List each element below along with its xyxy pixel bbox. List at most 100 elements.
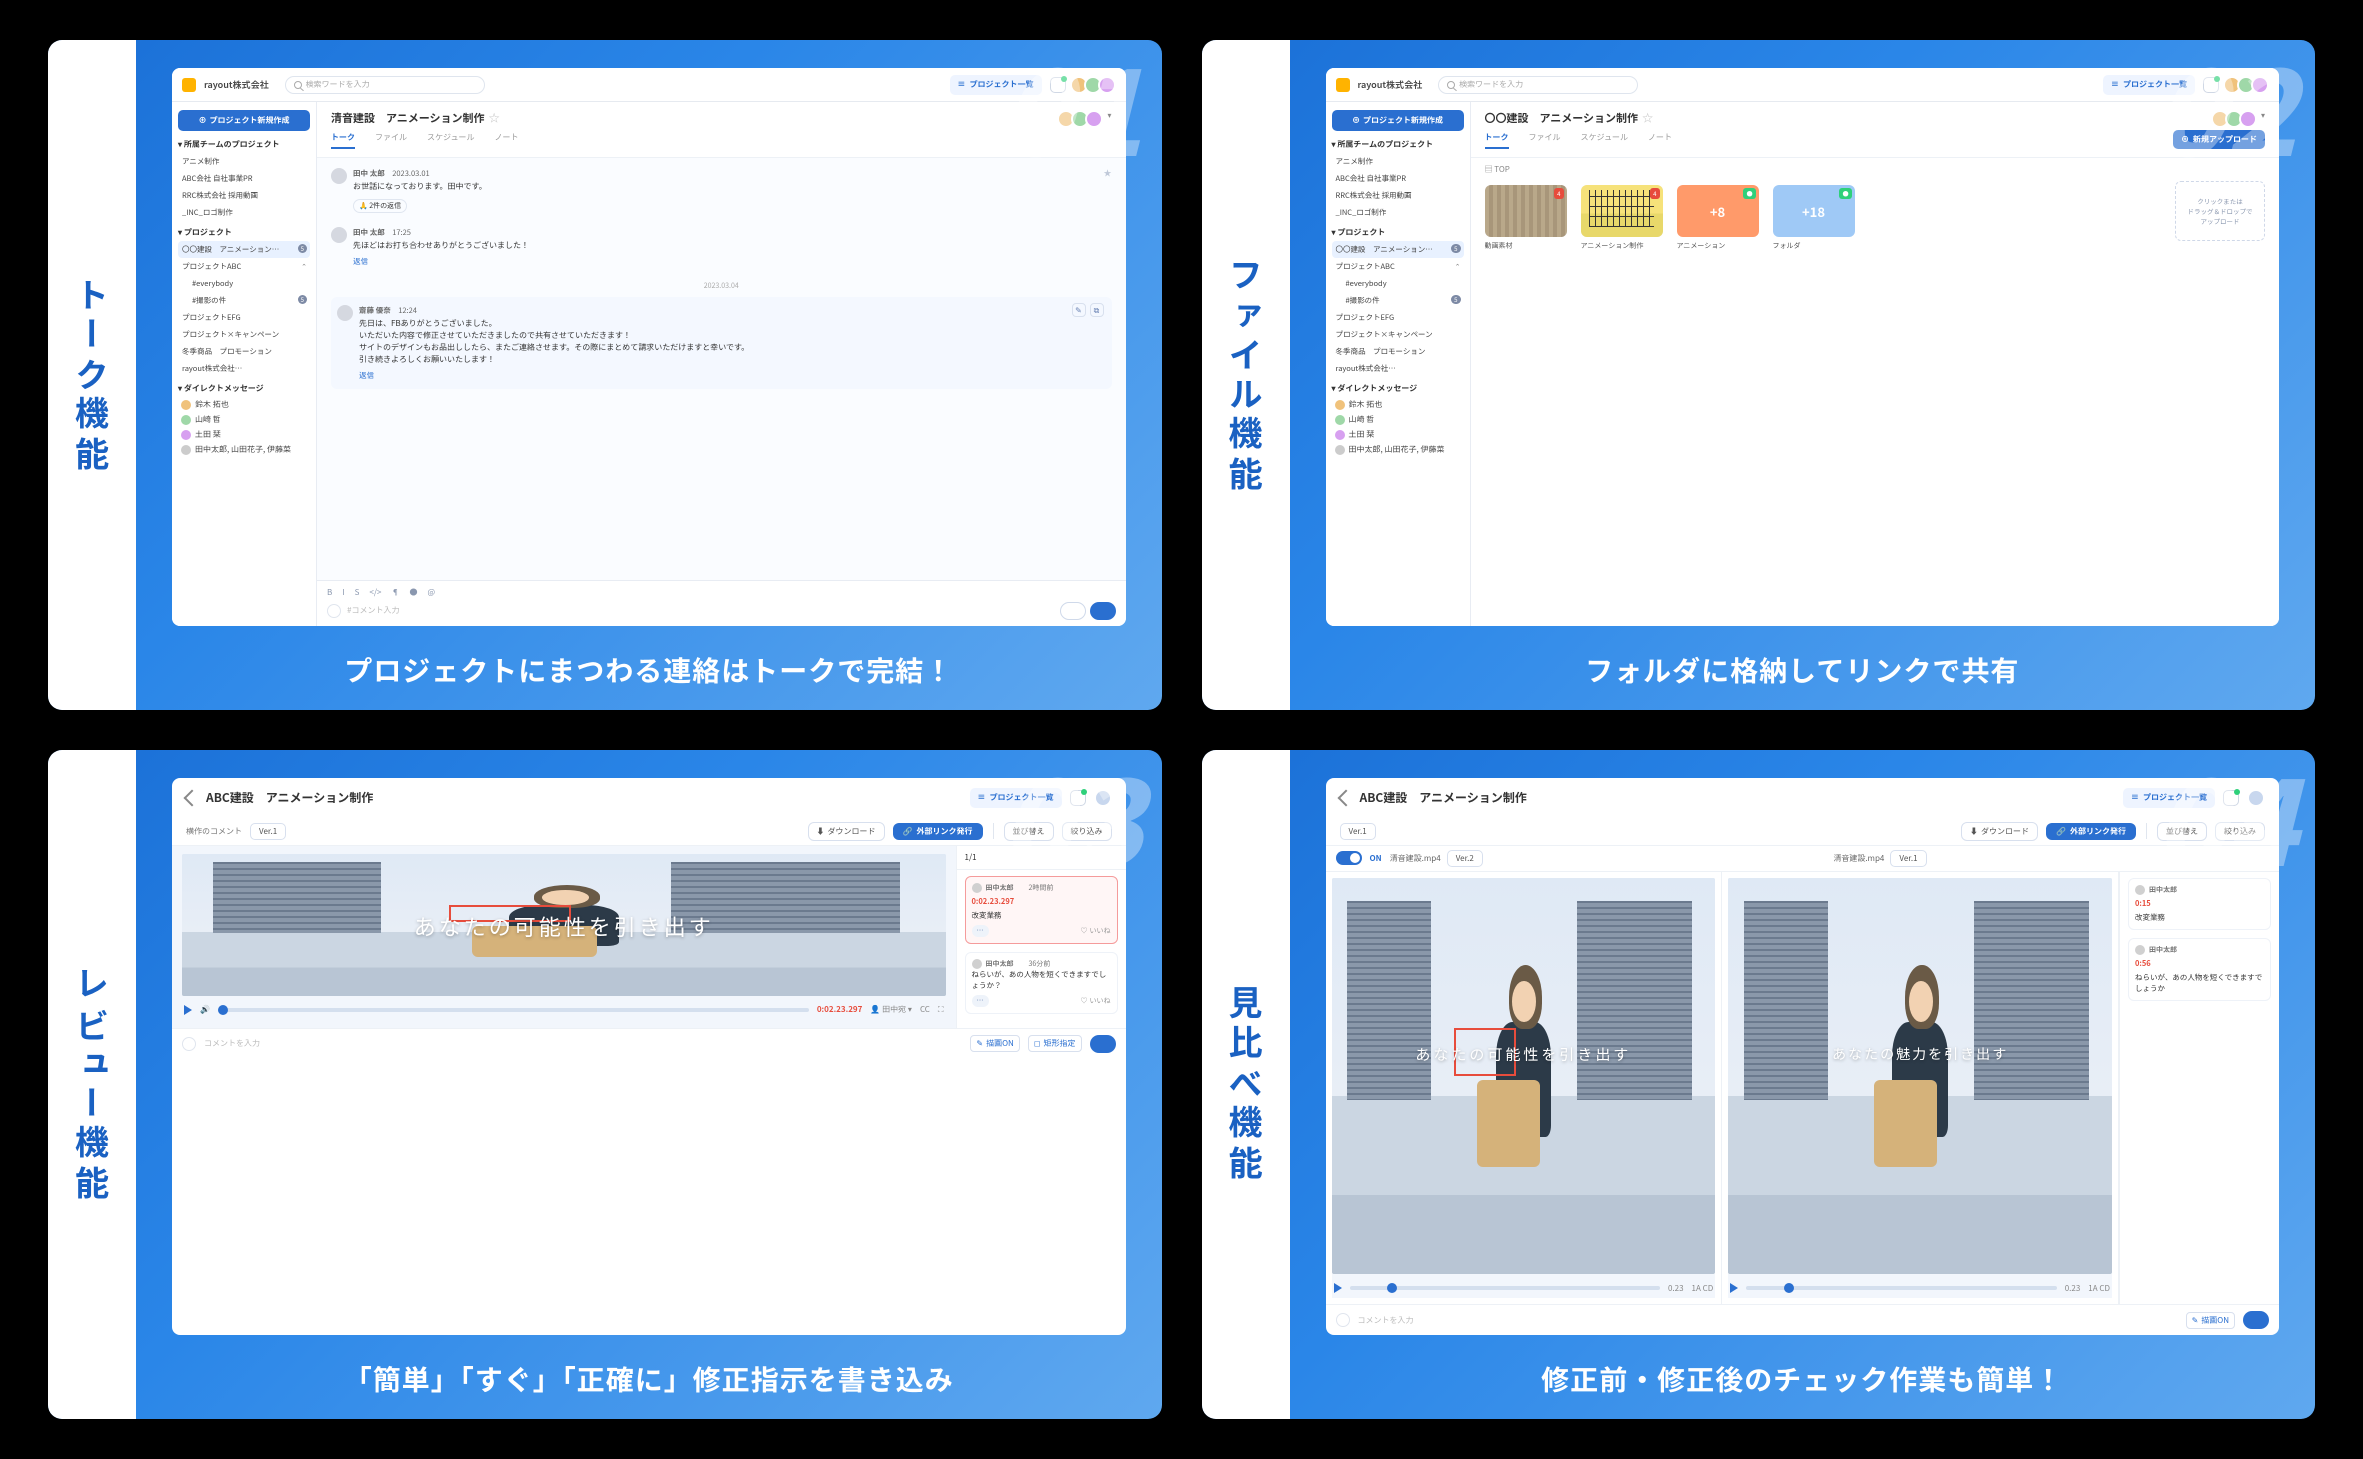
org-name[interactable]: rayout株式会社 (1358, 78, 1423, 91)
chat-message-editing[interactable]: 齋藤 優奈 12:24 先日は、FBありがとうございました。 いただいた内容で修… (331, 297, 1112, 389)
dm-item[interactable]: 鈴木 拓也 (1332, 397, 1464, 412)
sidebar-item[interactable]: 冬季商品 プロモーション (178, 343, 310, 360)
seek-bar[interactable] (1350, 1286, 1660, 1290)
video-preview[interactable]: あなたの可能性を引き出す (182, 854, 946, 996)
sidebar-item[interactable]: プロジェクトEFG (1332, 309, 1464, 326)
drop-zone[interactable]: クリックまたは ドラッグ＆ドロップで アップロード (2175, 181, 2265, 241)
comment-item[interactable]: 田中太郎 36分前 ねらいが、あの人物を短くできますでしょうか？ …♡ いいね (965, 952, 1118, 1014)
chat-message[interactable]: 田中 太郎 17:25 先ほどはお打ち合わせありがとうございました！ 返信 (331, 227, 1112, 267)
send-button[interactable] (1090, 1035, 1116, 1053)
sidebar-item[interactable]: rayout株式会社… (1332, 360, 1464, 377)
send-button[interactable] (2243, 1311, 2269, 1329)
sidebar-item[interactable]: ABC会社 自社事業PR (1332, 170, 1464, 187)
draw-toggle[interactable]: ✎ 描画ON (2186, 1312, 2235, 1329)
reply-link[interactable]: 返信 (359, 370, 374, 381)
download-button[interactable]: ⬇ ダウンロード (808, 822, 885, 841)
reaction-badge[interactable]: 🙏 2件の返信 (353, 199, 407, 213)
create-project-button[interactable]: ⊕ プロジェクト新規作成 (1332, 110, 1464, 131)
create-project-button[interactable]: ⊕ プロジェクト新規作成 (178, 110, 310, 131)
sort-select[interactable]: 並び替え (2157, 822, 2207, 841)
seek-bar[interactable] (218, 1008, 809, 1012)
notification-icon[interactable] (2203, 77, 2219, 93)
room-members[interactable]: ▾ (2215, 110, 2265, 128)
avatar[interactable] (2247, 789, 2265, 807)
sidebar-channel[interactable]: #everybody (1332, 275, 1464, 292)
compare-toggle[interactable] (1336, 851, 1362, 865)
copy-icon[interactable]: ⧉ (1090, 303, 1104, 317)
project-list-button[interactable]: ≡ プロジェクト一覧 (950, 75, 1042, 95)
edit-icon[interactable]: ✎ (1072, 303, 1086, 317)
sidebar-item[interactable]: _INC_ロゴ制作 (178, 204, 310, 221)
project-list-button[interactable]: ≡ プロジェクト一覧 (970, 788, 1062, 808)
sidebar-item[interactable]: プロジェクト×キャンペーン (1332, 326, 1464, 343)
chat-message[interactable]: 田中 太郎 2023.03.01 お世話になっております。田中です。 🙏 2件の… (331, 168, 1112, 213)
draw-toggle[interactable]: ✎ 描画ON (970, 1035, 1019, 1052)
room-members[interactable]: ▾ (1061, 110, 1111, 128)
notification-icon[interactable] (1050, 77, 1066, 93)
para-icon[interactable]: ¶ (391, 587, 399, 598)
sidebar-channel[interactable]: #everybody (178, 275, 310, 292)
tab-note[interactable]: ノート (1648, 132, 1672, 149)
pin-icon[interactable]: ★ (1104, 168, 1112, 213)
dm-item[interactable]: 土田 栞 (178, 427, 310, 442)
bold-icon[interactable]: B (327, 587, 332, 598)
sidebar-item[interactable]: RRC株式会社 採用動画 (1332, 187, 1464, 204)
share-link-button[interactable]: 🔗 外部リンク発行 (2046, 823, 2136, 840)
play-icon[interactable] (184, 1005, 192, 1015)
like-icon[interactable]: ♡ いいね (1081, 996, 1111, 1006)
reply-link[interactable]: 返信 (353, 256, 368, 267)
sidebar-item[interactable]: RRC株式会社 採用動画 (178, 187, 310, 204)
strike-icon[interactable]: S (355, 587, 360, 598)
dm-item[interactable]: 土田 栞 (1332, 427, 1464, 442)
video-preview-right[interactable]: あなたの魅力を引き出す (1728, 878, 2112, 1275)
notification-icon[interactable] (2223, 790, 2239, 806)
back-icon[interactable] (1337, 789, 1354, 806)
tab-schedule[interactable]: スケジュール (427, 132, 474, 149)
dm-item[interactable]: 山崎 哲 (1332, 412, 1464, 427)
sort-select[interactable]: 並び替え (1004, 822, 1054, 841)
back-icon[interactable] (184, 789, 201, 806)
comment-item[interactable]: 田中太郎 2時間前 0:02.23.297 改変業務 …♡ いいね (965, 876, 1118, 944)
sidebar-item[interactable]: _INC_ロゴ制作 (1332, 204, 1464, 221)
rect-toggle[interactable]: ◻ 矩形指定 (1028, 1035, 1082, 1052)
sidebar-item[interactable]: プロジェクトEFG (178, 309, 310, 326)
tab-talk[interactable]: トーク (331, 132, 355, 149)
folder-item[interactable]: ●+8 アニメーション (1677, 185, 1759, 251)
comment-item[interactable]: 田中太郎 0:15 改変業務 (2128, 878, 2271, 930)
dm-item[interactable]: 山崎 哲 (178, 412, 310, 427)
sidebar-channel[interactable]: #撮影の件5 (178, 292, 310, 309)
attach-button[interactable] (1060, 602, 1086, 620)
seek-bar[interactable] (1746, 1286, 2056, 1290)
tab-schedule[interactable]: スケジュール (1581, 132, 1628, 149)
file-item[interactable]: 4 アニメーション制作 (1581, 185, 1663, 251)
fullscreen-icon[interactable]: ⛶ (938, 1004, 944, 1015)
sidebar-item-active[interactable]: 〇〇建設 アニメーション…5 (178, 241, 310, 258)
assignee-select[interactable]: 👤 田中宛 ▾ (870, 1004, 912, 1015)
like-icon[interactable]: ♡ いいね (1081, 926, 1111, 936)
file-item[interactable]: 4 動画素材 (1485, 185, 1567, 251)
list-icon[interactable]: ● (409, 587, 417, 598)
filter-select[interactable]: 絞り込み (1062, 822, 1112, 841)
sidebar-item-active[interactable]: 〇〇建設 アニメーション…5 (1332, 241, 1464, 258)
share-link-button[interactable]: 🔗 外部リンク発行 (893, 823, 983, 840)
dm-item[interactable]: 鈴木 拓也 (178, 397, 310, 412)
tab-note[interactable]: ノート (494, 132, 518, 149)
version-select[interactable]: Ver.1 (1340, 823, 1376, 840)
member-avatars[interactable] (2227, 76, 2269, 94)
sidebar-item[interactable]: アニメ制作 (178, 153, 310, 170)
volume-icon[interactable]: 🔊 (200, 1004, 210, 1015)
project-list-button[interactable]: ≡ プロジェクト一覧 (2103, 75, 2195, 95)
sidebar-channel[interactable]: #撮影の件5 (1332, 292, 1464, 309)
code-icon[interactable]: </> (369, 587, 381, 598)
send-button[interactable] (1090, 602, 1116, 620)
dm-item[interactable]: 田中太郎, 山田花子, 伊藤菜 (178, 442, 310, 457)
sidebar-item[interactable]: アニメ制作 (1332, 153, 1464, 170)
tab-file[interactable]: ファイル (375, 132, 407, 149)
play-icon[interactable] (1334, 1283, 1342, 1293)
download-button[interactable]: ⬇ ダウンロード (1961, 822, 2038, 841)
star-icon[interactable]: ☆ (1642, 110, 1653, 126)
compose-input[interactable]: #コメント入力 (347, 605, 1054, 616)
sidebar-item[interactable]: プロジェクトABC⌃ (178, 258, 310, 275)
project-list-button[interactable]: ≡ プロジェクト一覧 (2123, 788, 2215, 808)
upload-button[interactable]: ⊕ 新規アップロード (2173, 130, 2265, 149)
